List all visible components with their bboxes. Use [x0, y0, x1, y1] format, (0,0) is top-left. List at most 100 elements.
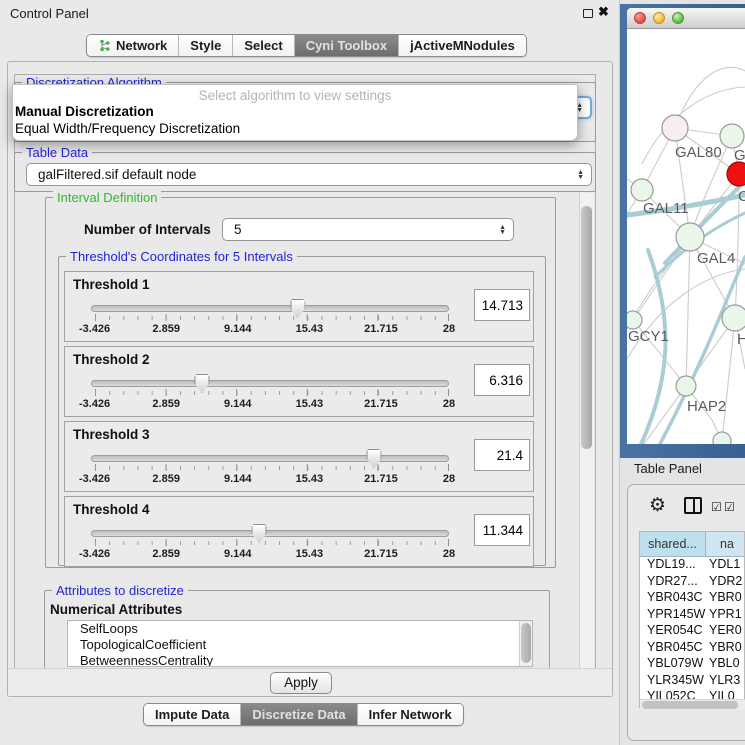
node-label-partial-h: H [737, 331, 745, 348]
node-gal11[interactable] [631, 179, 653, 201]
node-label-hap2: HAP2 [687, 398, 726, 415]
attributes-group-label: Attributes to discretize [52, 583, 188, 598]
num-intervals-label: Number of Intervals [84, 222, 211, 237]
tab-style-label: Style [190, 38, 221, 53]
numerical-attributes-label: Numerical Attributes [50, 602, 182, 617]
node-label-partial-ga: GA [734, 147, 745, 164]
mac-zoom-icon[interactable] [672, 12, 684, 24]
float-window-icon[interactable] [583, 9, 593, 18]
tab-discretize-label: Discretize Data [252, 707, 345, 722]
node[interactable] [713, 432, 731, 444]
node-gcy1[interactable] [627, 311, 642, 329]
table-row[interactable]: YDL19...YDL1 [640, 557, 744, 574]
close-icon[interactable]: ✖ [598, 4, 609, 20]
network-window-titlebar[interactable] [627, 8, 745, 29]
node-gal4[interactable] [676, 223, 704, 251]
table-data-group-label: Table Data [22, 145, 92, 160]
slider-minor-ticks [95, 316, 449, 320]
node-label-gal4: GAL4 [697, 250, 735, 267]
column-header-shared-name[interactable]: shared... [640, 532, 706, 556]
checkbox-icon[interactable]: ☑ [711, 500, 722, 514]
node-label-gal11: GAL11 [643, 200, 689, 217]
attributes-scrollbar[interactable] [519, 621, 532, 666]
table-data-combobox[interactable]: galFiltered.sif default node ▲▼ [26, 163, 592, 186]
tab-network[interactable]: Network [87, 35, 178, 56]
thresholds-group-label: Threshold's Coordinates for 5 Intervals [66, 249, 297, 264]
scrollbar-thumb[interactable] [521, 623, 531, 663]
table-row[interactable]: YBR043CYBR0 [640, 590, 744, 607]
network-canvas[interactable]: GAL80 GA C GAL11 GAL4 GCY1 H HAP2 [627, 29, 745, 444]
slider-minor-ticks [95, 541, 449, 545]
tab-impute-label: Impute Data [155, 707, 229, 722]
split-view-icon[interactable] [684, 497, 702, 514]
slider-track[interactable] [91, 305, 449, 312]
threshold-1-value-field[interactable] [474, 289, 530, 321]
node-table[interactable]: shared... na YDL19...YDL1 YDR27...YDR2 Y… [639, 531, 745, 708]
threshold-3-panel: Threshold 3 -3.426 2.859 9.144 15.43 21.… [64, 421, 534, 492]
threshold-1-panel: Threshold 1 -3.426 2.859 9.144 15.43 21.… [64, 271, 534, 342]
algorithm-placeholder-item[interactable]: Select algorithm to view settings [13, 85, 577, 103]
list-item[interactable]: SelfLoops [68, 621, 532, 637]
table-row[interactable]: YER054CYER0 [640, 623, 744, 640]
table-row[interactable]: YDR27...YDR2 [640, 574, 744, 591]
node[interactable] [722, 305, 745, 331]
scrollbar-thumb[interactable] [642, 701, 738, 709]
table-row[interactable]: YLR345WYLR3 [640, 673, 744, 690]
scrollbar-thumb[interactable] [581, 206, 592, 449]
table-horizontal-scrollbar[interactable] [640, 699, 745, 710]
node-label-gcy1: GCY1 [628, 328, 669, 345]
node[interactable] [720, 124, 744, 148]
column-header-name[interactable]: na [706, 532, 744, 556]
num-intervals-combobox[interactable]: 5 ▲▼ [222, 218, 514, 241]
mac-close-icon[interactable] [634, 12, 646, 24]
node-hap2[interactable] [676, 376, 696, 396]
node-label-gal80: GAL80 [675, 144, 722, 161]
node-selected-red[interactable] [727, 162, 745, 186]
slider-track[interactable] [91, 455, 449, 462]
tab-cyni-label: Cyni Toolbox [306, 38, 387, 53]
tab-impute-data[interactable]: Impute Data [144, 704, 240, 725]
mac-minimize-icon[interactable] [653, 12, 665, 24]
control-panel-window: Control Panel ✖ Network Style Select Cyn… [0, 0, 620, 745]
tab-infer-network[interactable]: Infer Network [357, 704, 463, 725]
numerical-attributes-list[interactable]: SelfLoops TopologicalCoefficient Between… [67, 620, 533, 667]
tab-jactive-label: jActiveMNodules [410, 38, 515, 53]
table-row[interactable]: YBL079WYBL0 [640, 656, 744, 673]
table-data-value: galFiltered.sif default node [38, 167, 196, 182]
combo-stepper-icon: ▲▼ [499, 225, 506, 235]
node-label-partial-c: C [738, 188, 745, 205]
tab-style[interactable]: Style [178, 35, 232, 56]
threshold-3-value-field[interactable] [474, 439, 530, 471]
bottom-tabbar: Impute Data Discretize Data Infer Networ… [143, 703, 464, 726]
num-intervals-value: 5 [234, 222, 242, 237]
slider-minor-ticks [95, 466, 449, 470]
threshold-1-slider[interactable]: -3.426 2.859 9.144 15.43 21.715 28 [91, 272, 449, 343]
threshold-2-panel: Threshold 2 -3.426 2.859 9.144 15.43 21.… [64, 346, 534, 417]
slider-track[interactable] [91, 530, 449, 537]
tab-discretize-data[interactable]: Discretize Data [240, 704, 356, 725]
tab-select[interactable]: Select [232, 35, 293, 56]
table-row[interactable]: YBR045CYBR0 [640, 640, 744, 657]
algorithm-item-manual[interactable]: Manual Discretization [13, 103, 577, 120]
tab-select-label: Select [244, 38, 282, 53]
panel-scrollbar[interactable] [579, 193, 594, 668]
apply-button[interactable]: Apply [270, 672, 332, 694]
list-item[interactable]: BetweennessCentrality [68, 653, 532, 667]
threshold-4-slider[interactable]: -3.426 2.859 9.144 15.43 21.715 28 [91, 497, 449, 568]
checkbox-icon[interactable]: ☑ [724, 500, 735, 514]
threshold-3-slider[interactable]: -3.426 2.859 9.144 15.43 21.715 28 [91, 422, 449, 493]
threshold-4-value-field[interactable] [474, 514, 530, 546]
tab-infer-label: Infer Network [369, 707, 452, 722]
network-tab-icon [98, 39, 111, 52]
threshold-2-value-field[interactable] [474, 364, 530, 396]
gear-icon[interactable]: ⚙ [649, 494, 666, 517]
threshold-2-slider[interactable]: -3.426 2.859 9.144 15.43 21.715 28 [91, 347, 449, 418]
node-gal80[interactable] [662, 115, 688, 141]
tab-cyni-toolbox[interactable]: Cyni Toolbox [294, 35, 398, 56]
table-row[interactable]: YPR145WYPR1 [640, 607, 744, 624]
list-item[interactable]: TopologicalCoefficient [68, 637, 532, 653]
tab-jactivemnodules[interactable]: jActiveMNodules [398, 35, 526, 56]
algorithm-item-equal-width[interactable]: Equal Width/Frequency Discretization [13, 120, 577, 137]
combo-stepper-icon: ▲▼ [577, 170, 584, 180]
slider-track[interactable] [91, 380, 449, 387]
